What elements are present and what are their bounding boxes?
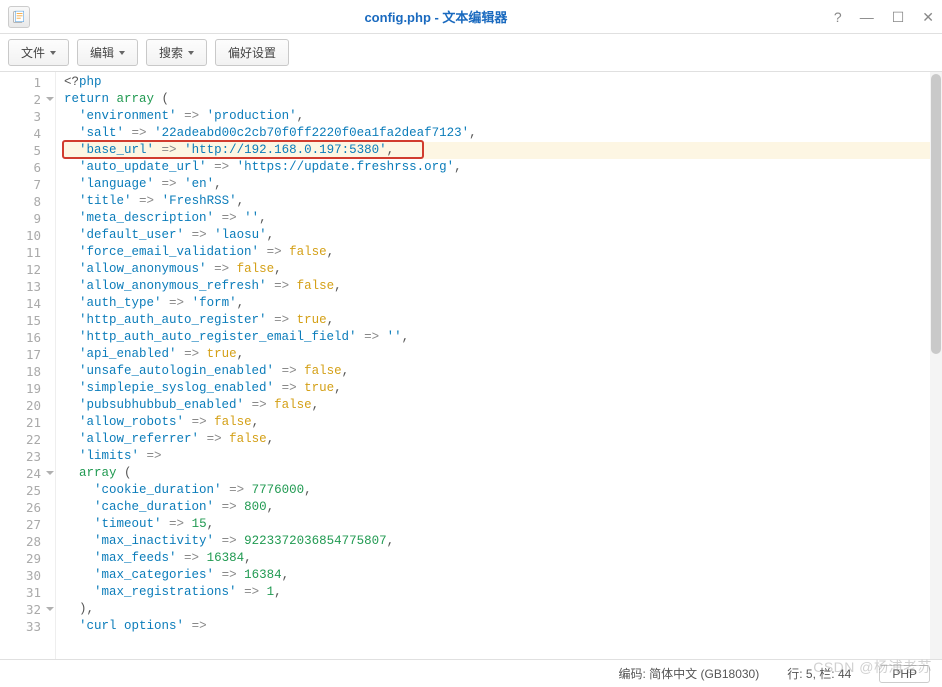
- close-icon[interactable]: ✕: [922, 10, 934, 24]
- code-line[interactable]: 'api_enabled' => true,: [64, 346, 930, 363]
- line-number: 16: [0, 329, 41, 346]
- line-number: 6: [0, 159, 41, 176]
- caret-down-icon: [119, 51, 125, 55]
- maximize-icon[interactable]: ☐: [892, 10, 905, 24]
- code-line[interactable]: 'title' => 'FreshRSS',: [64, 193, 930, 210]
- line-number: 28: [0, 533, 41, 550]
- code-line[interactable]: 'max_inactivity' => 9223372036854775807,: [64, 533, 930, 550]
- window-title: config.php - 文本编辑器: [38, 7, 834, 26]
- code-line[interactable]: 'timeout' => 15,: [64, 516, 930, 533]
- code-line[interactable]: return array (: [64, 91, 930, 108]
- code-line[interactable]: 'simplepie_syslog_enabled' => true,: [64, 380, 930, 397]
- code-line[interactable]: 'base_url' => 'http://192.168.0.197:5380…: [64, 142, 930, 159]
- line-number: 13: [0, 278, 41, 295]
- scrollbar-thumb[interactable]: [931, 74, 941, 354]
- help-icon[interactable]: ?: [834, 10, 842, 24]
- status-cursor-pos: 行: 5, 栏: 44: [787, 665, 851, 682]
- line-number: 10: [0, 227, 41, 244]
- line-number: 25: [0, 482, 41, 499]
- code-line[interactable]: 'cookie_duration' => 7776000,: [64, 482, 930, 499]
- line-number: 26: [0, 499, 41, 516]
- line-number: 9: [0, 210, 41, 227]
- code-line[interactable]: 'pubsubhubbub_enabled' => false,: [64, 397, 930, 414]
- code-line[interactable]: 'environment' => 'production',: [64, 108, 930, 125]
- code-line[interactable]: 'unsafe_autologin_enabled' => false,: [64, 363, 930, 380]
- caret-down-icon: [50, 51, 56, 55]
- app-icon: [8, 6, 30, 28]
- code-line[interactable]: 'http_auth_auto_register_email_field' =>…: [64, 329, 930, 346]
- code-line[interactable]: 'allow_robots' => false,: [64, 414, 930, 431]
- code-line[interactable]: 'curl options' =>: [64, 618, 930, 635]
- scrollbar-vertical[interactable]: [930, 72, 942, 659]
- code-line[interactable]: 'allow_referrer' => false,: [64, 431, 930, 448]
- code-editor[interactable]: 1234567891011121314151617181920212223242…: [0, 72, 942, 659]
- line-number: 4: [0, 125, 41, 142]
- line-gutter: 1234567891011121314151617181920212223242…: [0, 72, 56, 659]
- line-number: 30: [0, 567, 41, 584]
- code-line[interactable]: 'language' => 'en',: [64, 176, 930, 193]
- line-number: 27: [0, 516, 41, 533]
- line-number: 24: [0, 465, 41, 482]
- code-line[interactable]: <?php: [64, 74, 930, 91]
- code-line[interactable]: 'http_auth_auto_register' => true,: [64, 312, 930, 329]
- line-number: 3: [0, 108, 41, 125]
- edit-menu-label: 编辑: [90, 44, 114, 61]
- line-number: 14: [0, 295, 41, 312]
- code-line[interactable]: 'limits' =>: [64, 448, 930, 465]
- caret-down-icon: [188, 51, 194, 55]
- line-number: 5: [0, 142, 41, 159]
- line-number: 20: [0, 397, 41, 414]
- code-line[interactable]: 'max_categories' => 16384,: [64, 567, 930, 584]
- prefs-button-label: 偏好设置: [228, 44, 276, 61]
- search-menu[interactable]: 搜索: [146, 39, 207, 66]
- search-menu-label: 搜索: [159, 44, 183, 61]
- line-number: 29: [0, 550, 41, 567]
- line-number: 7: [0, 176, 41, 193]
- code-line[interactable]: 'max_feeds' => 16384,: [64, 550, 930, 567]
- minimize-icon[interactable]: —: [860, 10, 874, 24]
- code-area[interactable]: <?phpreturn array ( 'environment' => 'pr…: [56, 72, 930, 659]
- code-line[interactable]: ),: [64, 601, 930, 618]
- status-encoding: 编码: 简体中文 (GB18030): [618, 665, 759, 682]
- line-number: 31: [0, 584, 41, 601]
- line-number: 32: [0, 601, 41, 618]
- code-line[interactable]: 'allow_anonymous' => false,: [64, 261, 930, 278]
- code-line[interactable]: 'auto_update_url' => 'https://update.fre…: [64, 159, 930, 176]
- line-number: 22: [0, 431, 41, 448]
- statusbar: 编码: 简体中文 (GB18030) 行: 5, 栏: 44 PHP: [0, 659, 942, 687]
- titlebar: config.php - 文本编辑器 ? — ☐ ✕: [0, 0, 942, 34]
- code-line[interactable]: 'allow_anonymous_refresh' => false,: [64, 278, 930, 295]
- code-line[interactable]: 'max_registrations' => 1,: [64, 584, 930, 601]
- line-number: 18: [0, 363, 41, 380]
- prefs-button[interactable]: 偏好设置: [215, 39, 289, 66]
- file-menu[interactable]: 文件: [8, 39, 69, 66]
- code-line[interactable]: 'force_email_validation' => false,: [64, 244, 930, 261]
- line-number: 1: [0, 74, 41, 91]
- line-number: 17: [0, 346, 41, 363]
- code-line[interactable]: 'cache_duration' => 800,: [64, 499, 930, 516]
- line-number: 23: [0, 448, 41, 465]
- line-number: 33: [0, 618, 41, 635]
- toolbar: 文件 编辑 搜索 偏好设置: [0, 34, 942, 72]
- code-line[interactable]: 'default_user' => 'laosu',: [64, 227, 930, 244]
- line-number: 8: [0, 193, 41, 210]
- line-number: 11: [0, 244, 41, 261]
- line-number: 15: [0, 312, 41, 329]
- edit-menu[interactable]: 编辑: [77, 39, 138, 66]
- line-number: 21: [0, 414, 41, 431]
- code-line[interactable]: 'meta_description' => '',: [64, 210, 930, 227]
- file-menu-label: 文件: [21, 44, 45, 61]
- code-line[interactable]: array (: [64, 465, 930, 482]
- language-selector[interactable]: PHP: [879, 665, 930, 683]
- code-line[interactable]: 'salt' => '22adeabd00c2cb70f0ff2220f0ea1…: [64, 125, 930, 142]
- line-number: 2: [0, 91, 41, 108]
- code-line[interactable]: 'auth_type' => 'form',: [64, 295, 930, 312]
- line-number: 12: [0, 261, 41, 278]
- line-number: 19: [0, 380, 41, 397]
